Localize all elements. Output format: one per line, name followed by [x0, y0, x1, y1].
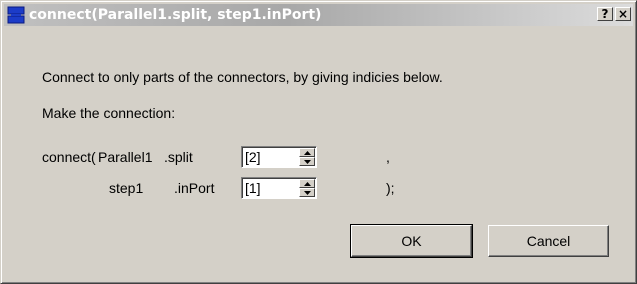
title-bar[interactable]: connect(Parallel1.split, step1.inPort) ?…: [4, 4, 633, 26]
inport-spin-buttons: [299, 179, 315, 197]
inport-spin-up[interactable]: [299, 179, 315, 188]
title-buttons: ? ×: [597, 7, 631, 21]
split-spin-buttons: [299, 148, 315, 166]
closing-paren: );: [386, 180, 395, 196]
up-arrow-icon: [303, 181, 311, 186]
up-arrow-icon: [303, 150, 311, 155]
component-label-step1: step1: [109, 180, 144, 196]
help-button[interactable]: ?: [597, 7, 613, 21]
port-label-split: .split: [164, 149, 193, 165]
connect-dialog: connect(Parallel1.split, step1.inPort) ?…: [0, 0, 637, 284]
window-title: connect(Parallel1.split, step1.inPort): [29, 7, 322, 23]
cancel-button[interactable]: Cancel: [488, 225, 609, 257]
inport-spin-down[interactable]: [299, 188, 315, 197]
down-arrow-icon: [303, 159, 311, 164]
instruction-text: Connect to only parts of the connectors,…: [42, 69, 443, 85]
port-label-inport: .inPort: [174, 180, 215, 196]
down-arrow-icon: [303, 190, 311, 195]
connect-prefix: connect(: [42, 149, 96, 165]
split-index-spinner[interactable]: [241, 146, 317, 168]
split-spin-down[interactable]: [299, 157, 315, 166]
close-button[interactable]: ×: [615, 7, 631, 21]
split-spin-up[interactable]: [299, 148, 315, 157]
inport-index-spinner[interactable]: [241, 177, 317, 199]
component-label-parallel1: Parallel1: [98, 149, 153, 165]
make-connection-label: Make the connection:: [42, 105, 176, 121]
ok-button[interactable]: OK: [350, 224, 473, 258]
split-index-input[interactable]: [245, 149, 295, 165]
connect-icon: [7, 6, 25, 24]
inport-index-input[interactable]: [245, 180, 295, 196]
separator-comma: ,: [386, 149, 390, 165]
